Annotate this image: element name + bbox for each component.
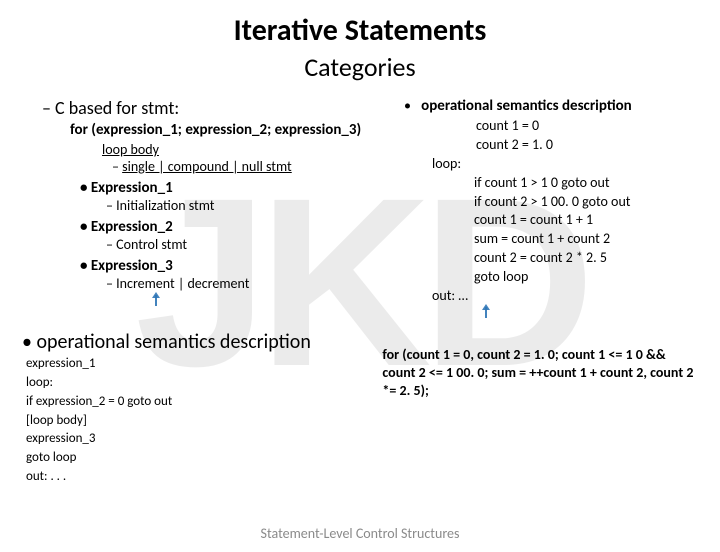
expression-1: • Expression_1: [80, 179, 388, 197]
bottom-right-column: for (count 1 = 0, count 2 = 1. 0; count …: [374, 318, 720, 486]
right-column: • operational semantics description coun…: [396, 97, 720, 318]
bottom-opsem-header: • operational semantics description: [22, 330, 374, 354]
slide-footer: Statement-Level Control Structures: [0, 525, 720, 542]
slide-content: Iterative Statements Categories – C base…: [0, 12, 720, 486]
loop-body-sub: – single | compound | null stmt: [112, 158, 388, 175]
bottom-code-l7: out: . . .: [26, 469, 374, 486]
for-keyword: for (expression_1; expression_2; express…: [70, 121, 361, 139]
expression-1-sub: – Initialization stmt: [106, 197, 388, 214]
opsem-body-3: count 1 = count 1 + 1: [474, 211, 706, 230]
bottom-code-l3: if expression_2 = 0 goto out: [26, 394, 374, 411]
opsem-line-count2: count 2 = 1. 0: [476, 136, 706, 155]
slide-subtitle: Categories: [0, 51, 720, 83]
expression-3: • Expression_3: [80, 257, 388, 275]
opsem-loop-label: loop:: [432, 155, 706, 174]
opsem-body-6: goto loop: [474, 268, 706, 287]
bottom-code-l4: [loop body]: [26, 413, 374, 430]
arrow-up-icon: [152, 292, 160, 306]
opsem-body-5: count 2 = count 2 * 2. 5: [474, 249, 706, 268]
for-statement-line: for (expression_1; expression_2; express…: [70, 121, 388, 139]
bottom-row: • operational semantics description expr…: [0, 318, 720, 486]
expression-2: • Expression_2: [80, 218, 388, 236]
bottom-code-l1: expression_1: [26, 356, 374, 373]
opsem-header-text: operational semantics description: [421, 97, 632, 115]
arrow-up-right: [482, 304, 706, 318]
arrow-up-left: [44, 292, 388, 311]
opsem-body-1: if count 1 > 1 0 goto out: [474, 174, 706, 193]
loop-body-label: loop body: [102, 141, 388, 158]
opsem-body-4: sum = count 1 + count 2: [474, 230, 706, 249]
expression-2-sub: – Control stmt: [106, 236, 388, 253]
left-column: – C based for stmt: for (expression_1; e…: [0, 97, 396, 318]
for-example-code: for (count 1 = 0, count 2 = 1. 0; count …: [382, 346, 700, 401]
opsem-line-count1: count 1 = 0: [476, 117, 706, 136]
slide-title: Iterative Statements: [0, 12, 720, 49]
bullet-icon: •: [404, 97, 411, 114]
expression-3-sub: – Increment | decrement: [106, 275, 388, 292]
arrow-up-icon: [482, 304, 490, 318]
two-column-row: – C based for stmt: for (expression_1; e…: [0, 97, 720, 318]
loop-body-options: single | compound | null stmt: [122, 158, 292, 175]
bullet-c-based: – C based for stmt:: [42, 97, 388, 119]
bottom-code-l6: goto loop: [26, 450, 374, 467]
opsem-header: • operational semantics description: [404, 97, 706, 115]
bottom-left-column: • operational semantics description expr…: [0, 318, 374, 486]
opsem-body-2: if count 2 > 1 00. 0 goto out: [474, 193, 706, 212]
bottom-code-l5: expression_3: [26, 431, 374, 448]
bottom-code-l2: loop:: [26, 375, 374, 392]
bottom-opsem-block: • operational semantics description expr…: [22, 330, 374, 486]
dash-icon: –: [112, 158, 122, 175]
